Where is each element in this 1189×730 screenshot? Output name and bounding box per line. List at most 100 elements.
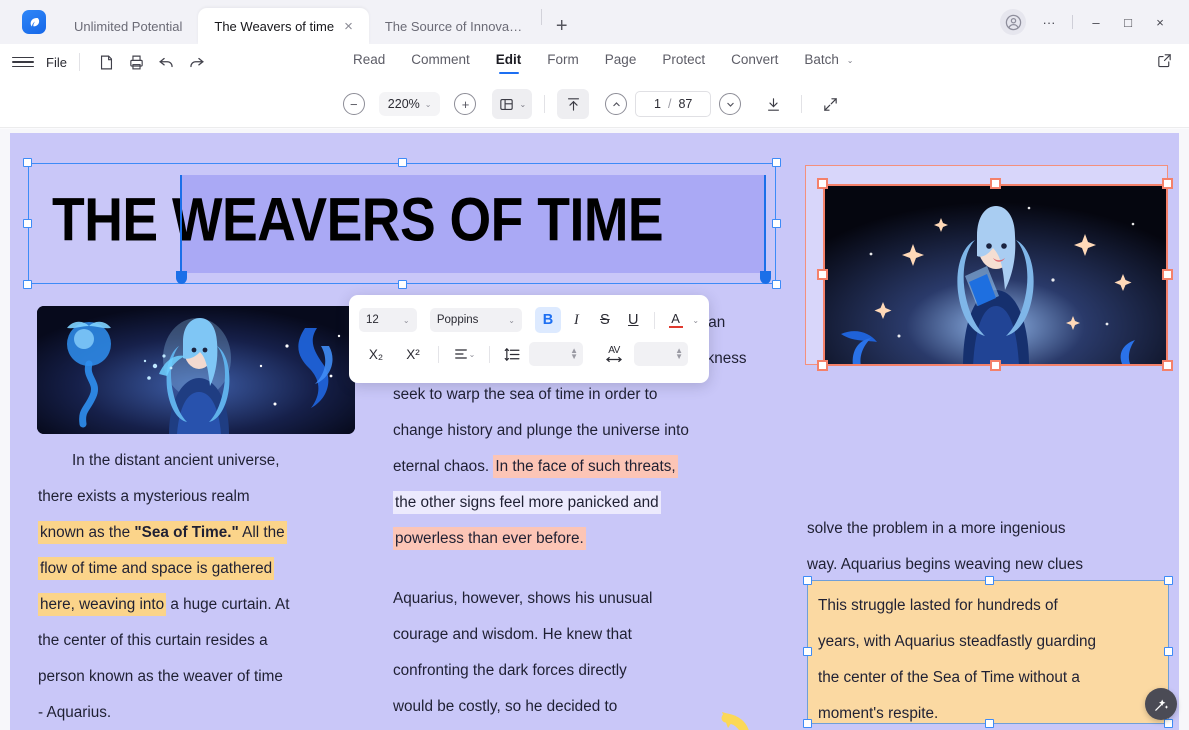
textbox-resize-handle-bottom-right[interactable]	[1164, 719, 1173, 728]
resize-handle-middle-right[interactable]	[772, 219, 781, 228]
resize-handle-top-center[interactable]	[398, 158, 407, 167]
illustration-aquarius-right-container[interactable]	[805, 165, 1168, 365]
file-menu-button[interactable]: File	[46, 55, 67, 70]
undo-icon[interactable]	[152, 49, 182, 75]
new-tab-button[interactable]: +	[544, 16, 580, 44]
menu-item-read[interactable]: Read	[340, 48, 398, 73]
font-color-button[interactable]: A	[663, 307, 688, 333]
document-page[interactable]: THE WEAVERS OF TIME	[10, 133, 1179, 730]
yellow-textbox[interactable]: This struggle lasted for hundreds of yea…	[807, 580, 1169, 724]
menu-item-label: Batch	[804, 52, 839, 67]
zoom-level-select[interactable]: 220% ⌄	[379, 92, 441, 116]
close-window-button[interactable]: ×	[1145, 8, 1175, 36]
line-spacing-input[interactable]: ▲▼	[529, 342, 583, 366]
menu-item-protect[interactable]: Protect	[649, 48, 718, 73]
character-spacing-label: AV	[608, 346, 620, 356]
resize-handle-bottom-center[interactable]	[398, 280, 407, 289]
tab-list: Unlimited Potential The Weavers of time …	[58, 0, 580, 44]
textbox-resize-handle-bottom-left[interactable]	[803, 719, 812, 728]
image-resize-handle-bottom-right[interactable]	[1162, 360, 1173, 371]
title-textbox[interactable]: THE WEAVERS OF TIME	[28, 163, 776, 284]
menu-item-page[interactable]: Page	[592, 48, 650, 73]
tab-the-source-of-innovative[interactable]: The Source of Innovative In...	[369, 8, 539, 44]
view-toolbar: − 220% ⌄ + ⌄	[0, 82, 1189, 126]
menu-item-comment[interactable]: Comment	[398, 48, 483, 73]
character-spacing-icon[interactable]: AV	[597, 341, 631, 367]
tab-unlimited-potential[interactable]: Unlimited Potential	[58, 8, 198, 44]
menu-item-form[interactable]: Form	[534, 48, 592, 73]
menu-item-edit[interactable]: Edit	[483, 48, 535, 73]
scroll-to-top-button[interactable]	[557, 89, 589, 119]
maximize-button[interactable]: □	[1113, 8, 1143, 36]
align-button[interactable]: ⌄	[447, 341, 481, 367]
menu-item-batch[interactable]: Batch ⌄	[791, 48, 866, 73]
italic-button[interactable]: I	[564, 307, 589, 333]
font-size-select[interactable]: 12 ⌄	[359, 308, 417, 332]
line-spacing-icon[interactable]	[498, 341, 526, 367]
bold-button[interactable]: B	[535, 307, 560, 333]
selection-end-handle[interactable]	[760, 271, 771, 284]
text-line-highlighted: known as the "Sea of Time." All the	[38, 515, 363, 551]
more-options-button[interactable]: ···	[1034, 8, 1064, 36]
save-icon[interactable]	[92, 49, 122, 75]
subscript-button[interactable]: X₂	[359, 341, 393, 367]
zoom-in-button[interactable]: +	[454, 93, 476, 115]
minimize-button[interactable]: –	[1081, 8, 1111, 36]
next-page-button[interactable]	[719, 93, 741, 115]
chevron-down-icon: ⌄	[403, 316, 410, 325]
divider	[654, 312, 655, 329]
resize-handle-bottom-right[interactable]	[772, 280, 781, 289]
yellow-arrow-annotation[interactable]	[700, 708, 800, 730]
superscript-button[interactable]: X²	[396, 341, 430, 367]
chevron-down-icon[interactable]: ⌄	[692, 316, 699, 325]
selection-start-caret[interactable]	[180, 175, 182, 273]
download-button[interactable]	[757, 89, 789, 119]
avatar[interactable]	[1000, 9, 1026, 35]
image-resize-handle-top-center[interactable]	[990, 178, 1001, 189]
illustration-aquarius-left[interactable]	[37, 306, 355, 434]
menu-item-convert[interactable]: Convert	[718, 48, 791, 73]
image-resize-handle-middle-left[interactable]	[817, 269, 828, 280]
stepper-icon[interactable]: ▲▼	[675, 348, 683, 360]
print-icon[interactable]	[122, 49, 152, 75]
textbox-resize-handle-middle-right[interactable]	[1164, 647, 1173, 656]
image-resize-handle-middle-right[interactable]	[1162, 269, 1173, 280]
divider	[801, 95, 802, 113]
selection-start-handle[interactable]	[176, 271, 187, 284]
selection-end-caret[interactable]	[764, 175, 766, 273]
tab-close-icon[interactable]: ×	[344, 19, 353, 34]
chevron-down-icon: ⌄	[847, 56, 854, 65]
image-resize-handle-top-right[interactable]	[1162, 178, 1173, 189]
resize-handle-bottom-left[interactable]	[23, 280, 32, 289]
document-viewport[interactable]: THE WEAVERS OF TIME	[0, 129, 1189, 730]
tab-the-weavers-of-time[interactable]: The Weavers of time ×	[198, 8, 368, 44]
textbox-resize-handle-middle-left[interactable]	[803, 647, 812, 656]
resize-handle-top-left[interactable]	[23, 158, 32, 167]
character-spacing-input[interactable]: ▲▼	[634, 342, 688, 366]
fit-fullscreen-button[interactable]	[814, 89, 846, 119]
strikethrough-button[interactable]: S	[592, 307, 617, 333]
text-line-highlighted: powerless than ever before.	[393, 521, 783, 557]
page-layout-button[interactable]: ⌄	[492, 89, 532, 119]
ai-assistant-button[interactable]	[1145, 688, 1177, 720]
textbox-resize-handle-top-left[interactable]	[803, 576, 812, 585]
image-resize-handle-bottom-center[interactable]	[990, 360, 1001, 371]
zoom-out-button[interactable]: −	[343, 93, 365, 115]
stepper-icon[interactable]: ▲▼	[570, 348, 578, 360]
textbox-resize-handle-top-right[interactable]	[1164, 576, 1173, 585]
resize-handle-top-right[interactable]	[772, 158, 781, 167]
share-export-icon[interactable]	[1156, 52, 1173, 74]
textbox-resize-handle-bottom-center[interactable]	[985, 719, 994, 728]
underline-button[interactable]: U	[621, 307, 646, 333]
floating-format-toolbar[interactable]: 12 ⌄ Poppins ⌄ B I S U A ⌄ X₂ X²	[349, 295, 709, 383]
image-resize-handle-top-left[interactable]	[817, 178, 828, 189]
redo-icon[interactable]	[182, 49, 212, 75]
textbox-resize-handle-top-center[interactable]	[985, 576, 994, 585]
body-text-left-column[interactable]: In the distant ancient universe, there e…	[38, 443, 363, 730]
previous-page-button[interactable]	[605, 93, 627, 115]
font-family-select[interactable]: Poppins ⌄	[430, 308, 522, 332]
page-number-input[interactable]: 1 / 87	[635, 91, 711, 117]
menu-icon[interactable]	[12, 57, 34, 68]
resize-handle-middle-left[interactable]	[23, 219, 32, 228]
image-resize-handle-bottom-left[interactable]	[817, 360, 828, 371]
